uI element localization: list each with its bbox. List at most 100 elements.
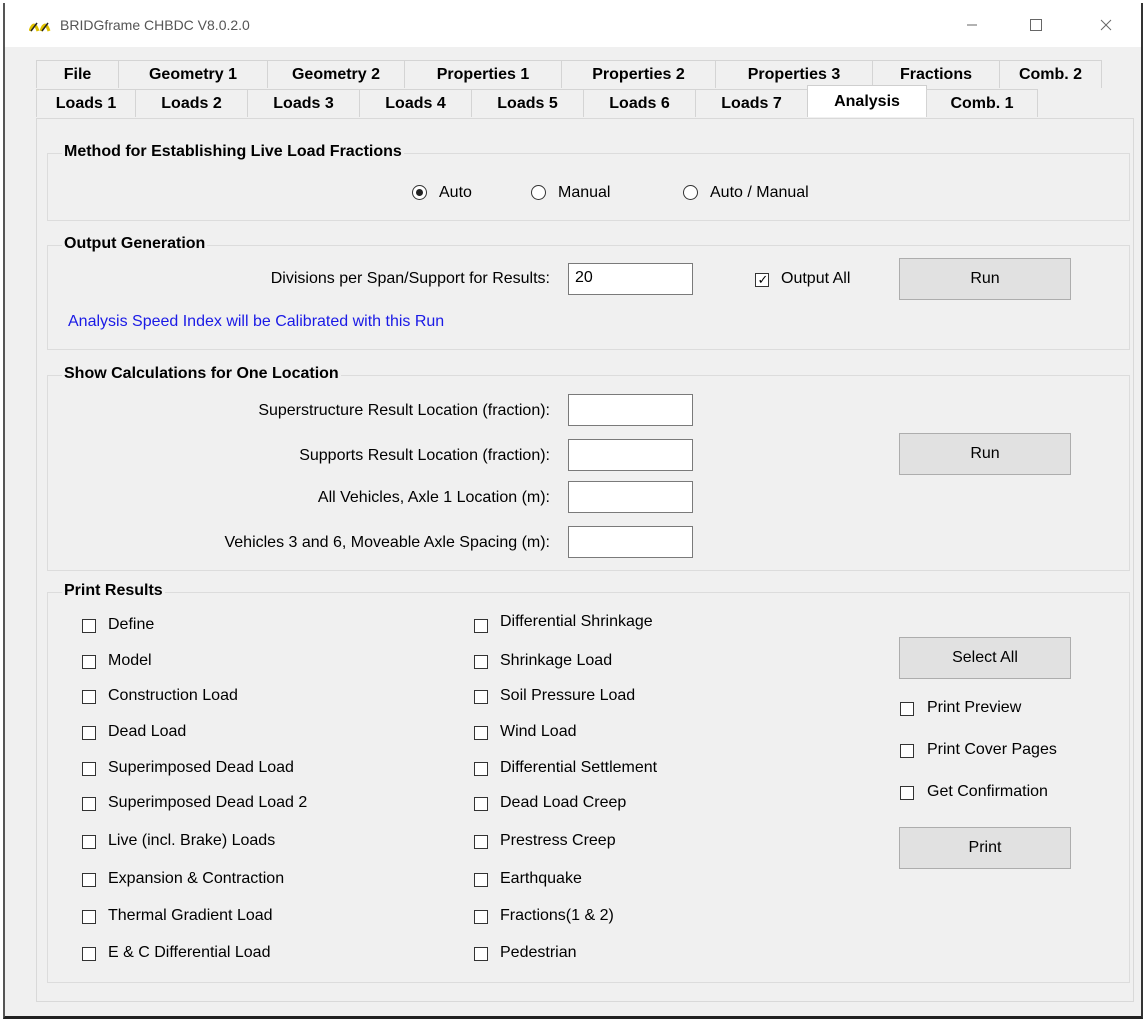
- maximize-button[interactable]: [1013, 3, 1059, 47]
- location-run-button[interactable]: Run: [899, 433, 1071, 475]
- tab-loads-1[interactable]: Loads 1: [36, 89, 136, 117]
- get-confirmation-checkbox[interactable]: [900, 786, 914, 800]
- print-fractions-checkbox[interactable]: [474, 910, 488, 924]
- show-calculations-title: Show Calculations for One Location: [62, 365, 341, 383]
- divisions-label: Divisions per Span/Support for Results:: [270, 270, 550, 287]
- print-soil-pressure-label: Soil Pressure Load: [500, 687, 636, 704]
- output-generation-title: Output Generation: [62, 235, 208, 253]
- print-ec-differential-label: E & C Differential Load: [108, 944, 271, 961]
- bridge-app-icon: [29, 22, 51, 32]
- output-all-label: Output All: [781, 270, 851, 287]
- print-dead-load-creep-checkbox[interactable]: [474, 797, 488, 811]
- tab-loads-4[interactable]: Loads 4: [359, 89, 472, 117]
- tab-file[interactable]: File: [36, 60, 119, 88]
- print-superimposed-dead-load-checkbox[interactable]: [82, 762, 96, 776]
- print-ec-differential-checkbox[interactable]: [82, 947, 96, 961]
- print-pedestrian-label: Pedestrian: [500, 944, 577, 961]
- close-icon: [1100, 19, 1112, 31]
- axle-spacing-label: Vehicles 3 and 6, Moveable Axle Spacing …: [224, 534, 550, 551]
- print-thermal-gradient-checkbox[interactable]: [82, 910, 96, 924]
- window-title: BRIDGframe CHBDC V8.0.2.0: [60, 17, 250, 33]
- axle-location-input[interactable]: [568, 481, 693, 513]
- tab-properties-2[interactable]: Properties 2: [561, 60, 716, 88]
- auto-radio[interactable]: [412, 185, 427, 200]
- tab-fractions[interactable]: Fractions: [872, 60, 1000, 88]
- print-construction-load-checkbox[interactable]: [82, 690, 96, 704]
- tab-analysis[interactable]: Analysis: [807, 85, 927, 117]
- print-button[interactable]: Print: [899, 827, 1071, 869]
- print-superimposed-dead-load-2-label: Superimposed Dead Load 2: [108, 794, 308, 811]
- print-prestress-creep-checkbox[interactable]: [474, 835, 488, 849]
- tab-properties-3[interactable]: Properties 3: [715, 60, 873, 88]
- tab-comb-1[interactable]: Comb. 1: [926, 89, 1038, 117]
- superstructure-location-input[interactable]: [568, 394, 693, 426]
- print-dead-load-checkbox[interactable]: [82, 726, 96, 740]
- tab-geometry-2[interactable]: Geometry 2: [267, 60, 405, 88]
- print-preview-checkbox[interactable]: [900, 702, 914, 716]
- print-prestress-creep-label: Prestress Creep: [500, 832, 616, 849]
- tab-row-2: Loads 1 Loads 2 Loads 3 Loads 4 Loads 5 …: [36, 85, 1038, 117]
- print-dead-load-creep-label: Dead Load Creep: [500, 794, 627, 811]
- speed-index-note: Analysis Speed Index will be Calibrated …: [68, 313, 445, 330]
- print-wind-load-checkbox[interactable]: [474, 726, 488, 740]
- print-results-title: Print Results: [62, 582, 165, 600]
- print-define-label: Define: [108, 616, 155, 633]
- output-run-button[interactable]: Run: [899, 258, 1071, 300]
- supports-location-input[interactable]: [568, 439, 693, 471]
- print-model-label: Model: [108, 652, 152, 669]
- auto-manual-radio[interactable]: [683, 185, 698, 200]
- axle-spacing-input[interactable]: [568, 526, 693, 558]
- tab-loads-5[interactable]: Loads 5: [471, 89, 584, 117]
- supports-location-label: Supports Result Location (fraction):: [299, 447, 550, 464]
- manual-label: Manual: [558, 184, 611, 201]
- print-expansion-contraction-label: Expansion & Contraction: [108, 870, 285, 887]
- print-wind-load-label: Wind Load: [500, 723, 577, 740]
- print-define-checkbox[interactable]: [82, 619, 96, 633]
- tab-comb-2[interactable]: Comb. 2: [999, 60, 1102, 88]
- print-cover-pages-label: Print Cover Pages: [927, 741, 1057, 758]
- get-confirmation-label: Get Confirmation: [927, 783, 1048, 800]
- axle-location-label: All Vehicles, Axle 1 Location (m):: [317, 489, 550, 506]
- divisions-input[interactable]: 20: [568, 263, 693, 295]
- tab-loads-2[interactable]: Loads 2: [135, 89, 248, 117]
- tab-properties-1[interactable]: Properties 1: [404, 60, 562, 88]
- print-earthquake-checkbox[interactable]: [474, 873, 488, 887]
- print-differential-shrinkage-checkbox[interactable]: [474, 619, 488, 633]
- selected-dot: [416, 189, 423, 196]
- output-all-checkbox[interactable]: ✓: [755, 272, 769, 287]
- print-earthquake-label: Earthquake: [500, 870, 582, 887]
- print-fractions-label: Fractions(1 & 2): [500, 907, 614, 924]
- print-live-loads-checkbox[interactable]: [82, 835, 96, 849]
- select-all-button[interactable]: Select All: [899, 637, 1071, 679]
- minimize-button[interactable]: [949, 3, 995, 47]
- print-shrinkage-load-checkbox[interactable]: [474, 655, 488, 669]
- print-differential-settlement-label: Differential Settlement: [500, 759, 658, 776]
- method-group-title: Method for Establishing Live Load Fracti…: [62, 143, 404, 161]
- tab-row-1: File Geometry 1 Geometry 2 Properties 1 …: [36, 60, 1102, 88]
- print-model-checkbox[interactable]: [82, 655, 96, 669]
- tab-geometry-1[interactable]: Geometry 1: [118, 60, 268, 88]
- tab-loads-3[interactable]: Loads 3: [247, 89, 360, 117]
- print-live-loads-label: Live (incl. Brake) Loads: [108, 832, 276, 849]
- manual-radio[interactable]: [531, 185, 546, 200]
- print-thermal-gradient-label: Thermal Gradient Load: [108, 907, 273, 924]
- print-differential-settlement-checkbox[interactable]: [474, 762, 488, 776]
- print-preview-label: Print Preview: [927, 699, 1022, 716]
- close-button[interactable]: [1083, 3, 1129, 47]
- tab-loads-6[interactable]: Loads 6: [583, 89, 696, 117]
- print-superimposed-dead-load-label: Superimposed Dead Load: [108, 759, 294, 776]
- print-pedestrian-checkbox[interactable]: [474, 947, 488, 961]
- print-soil-pressure-checkbox[interactable]: [474, 690, 488, 704]
- auto-manual-label: Auto / Manual: [710, 184, 809, 201]
- print-expansion-contraction-checkbox[interactable]: [82, 873, 96, 887]
- title-bar[interactable]: BRIDGframe CHBDC V8.0.2.0: [5, 3, 1141, 47]
- print-differential-shrinkage-label: Differential Shrinkage: [500, 613, 653, 630]
- superstructure-location-label: Superstructure Result Location (fraction…: [258, 402, 550, 419]
- print-superimposed-dead-load-2-checkbox[interactable]: [82, 797, 96, 811]
- print-cover-pages-checkbox[interactable]: [900, 744, 914, 758]
- print-dead-load-label: Dead Load: [108, 723, 187, 740]
- print-shrinkage-load-label: Shrinkage Load: [500, 652, 613, 669]
- auto-label: Auto: [439, 184, 472, 201]
- tab-loads-7[interactable]: Loads 7: [695, 89, 808, 117]
- maximize-icon: [1030, 19, 1042, 31]
